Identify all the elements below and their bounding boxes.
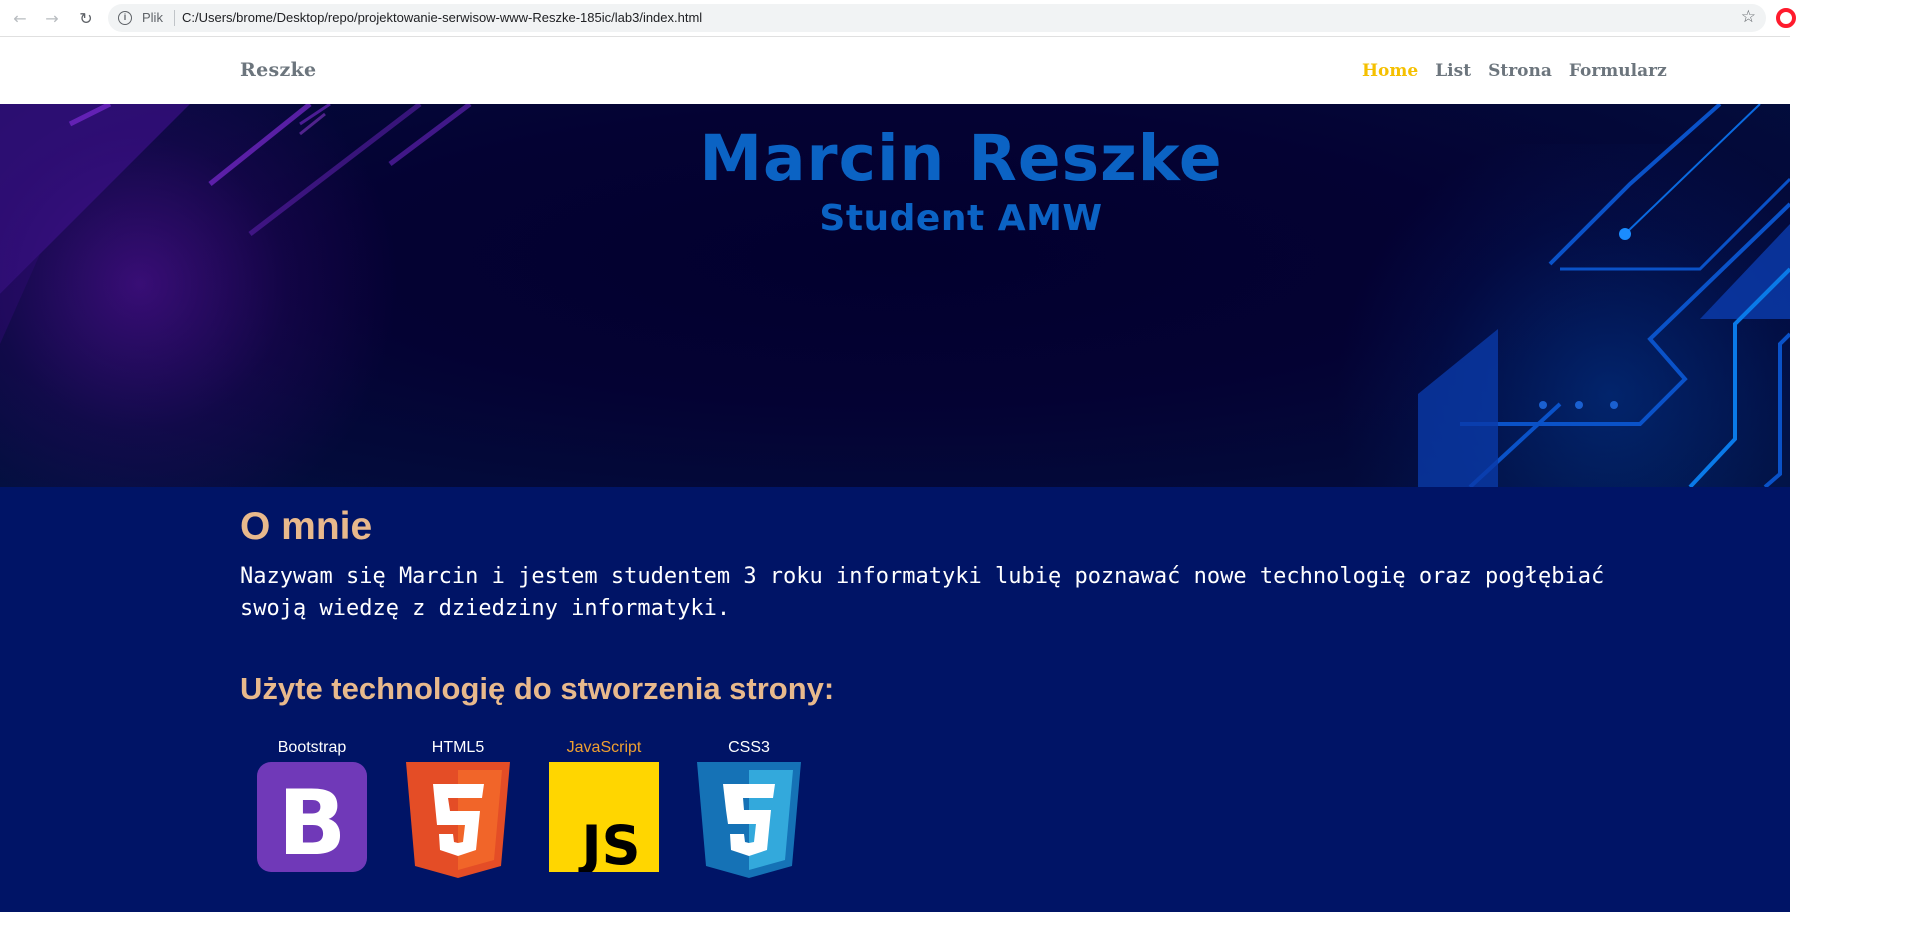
scheme-label: Plik xyxy=(142,10,163,25)
about-bio: Nazywam się Marcin i jestem studentem 3 … xyxy=(240,564,1605,621)
tech-item-css3: CSS3 xyxy=(689,739,809,878)
forward-arrow-icon[interactable]: → xyxy=(40,6,64,30)
nav-links: Home List Strona Formularz xyxy=(1362,61,1667,81)
tech-heading: Użyte technologię do stworzenia strony: xyxy=(240,671,835,706)
info-icon[interactable]: i xyxy=(118,11,132,25)
nav-link-formularz[interactable]: Formularz xyxy=(1569,61,1667,81)
tech-label-html5: HTML5 xyxy=(431,739,485,756)
hero-title: Marcin Reszke xyxy=(699,122,1223,195)
about-section: O mnie Nazywam się Marcin i jestem stude… xyxy=(0,487,1790,912)
browser-toolbar: ← → ↻ i Plik C:/Users/brome/Desktop/repo… xyxy=(0,0,1914,36)
javascript-logo-icon: JS xyxy=(549,762,659,872)
bootstrap-logo-icon: B xyxy=(257,762,367,872)
css3-logo-icon xyxy=(697,762,801,878)
reload-icon[interactable]: ↻ xyxy=(74,6,98,30)
tech-label-bootstrap: Bootstrap xyxy=(277,739,347,756)
tech-label-css3: CSS3 xyxy=(728,739,770,756)
url-text[interactable]: C:/Users/brome/Desktop/repo/projektowani… xyxy=(182,10,702,25)
tech-item-html5: HTML5 xyxy=(398,739,518,878)
star-icon[interactable]: ☆ xyxy=(1741,7,1756,27)
opera-icon[interactable] xyxy=(1776,8,1796,28)
tech-label-javascript: JavaScript xyxy=(566,739,642,756)
svg-text:JS: JS xyxy=(578,814,641,872)
address-bar[interactable]: i Plik C:/Users/brome/Desktop/repo/proje… xyxy=(108,4,1766,32)
hero-subtitle: Student AMW xyxy=(819,198,1103,239)
hero-banner: Marcin Reszke Student AMW xyxy=(0,104,1790,487)
nav-link-strona[interactable]: Strona xyxy=(1488,61,1552,81)
svg-text:B: B xyxy=(278,771,347,872)
navbar-brand[interactable]: Reszke xyxy=(240,59,316,81)
nav-link-list[interactable]: List xyxy=(1435,61,1471,81)
omnibox-divider xyxy=(174,10,175,26)
page: Reszke Home List Strona Formularz Marcin… xyxy=(0,37,1790,912)
tech-item-bootstrap: Bootstrap B xyxy=(252,739,372,872)
about-heading: O mnie xyxy=(240,505,373,548)
html5-logo-icon xyxy=(406,762,510,878)
navbar: Reszke Home List Strona Formularz xyxy=(0,37,1790,104)
back-arrow-icon[interactable]: ← xyxy=(8,6,32,30)
nav-link-home[interactable]: Home xyxy=(1362,61,1418,81)
tech-item-javascript: JavaScript JS xyxy=(544,739,664,872)
